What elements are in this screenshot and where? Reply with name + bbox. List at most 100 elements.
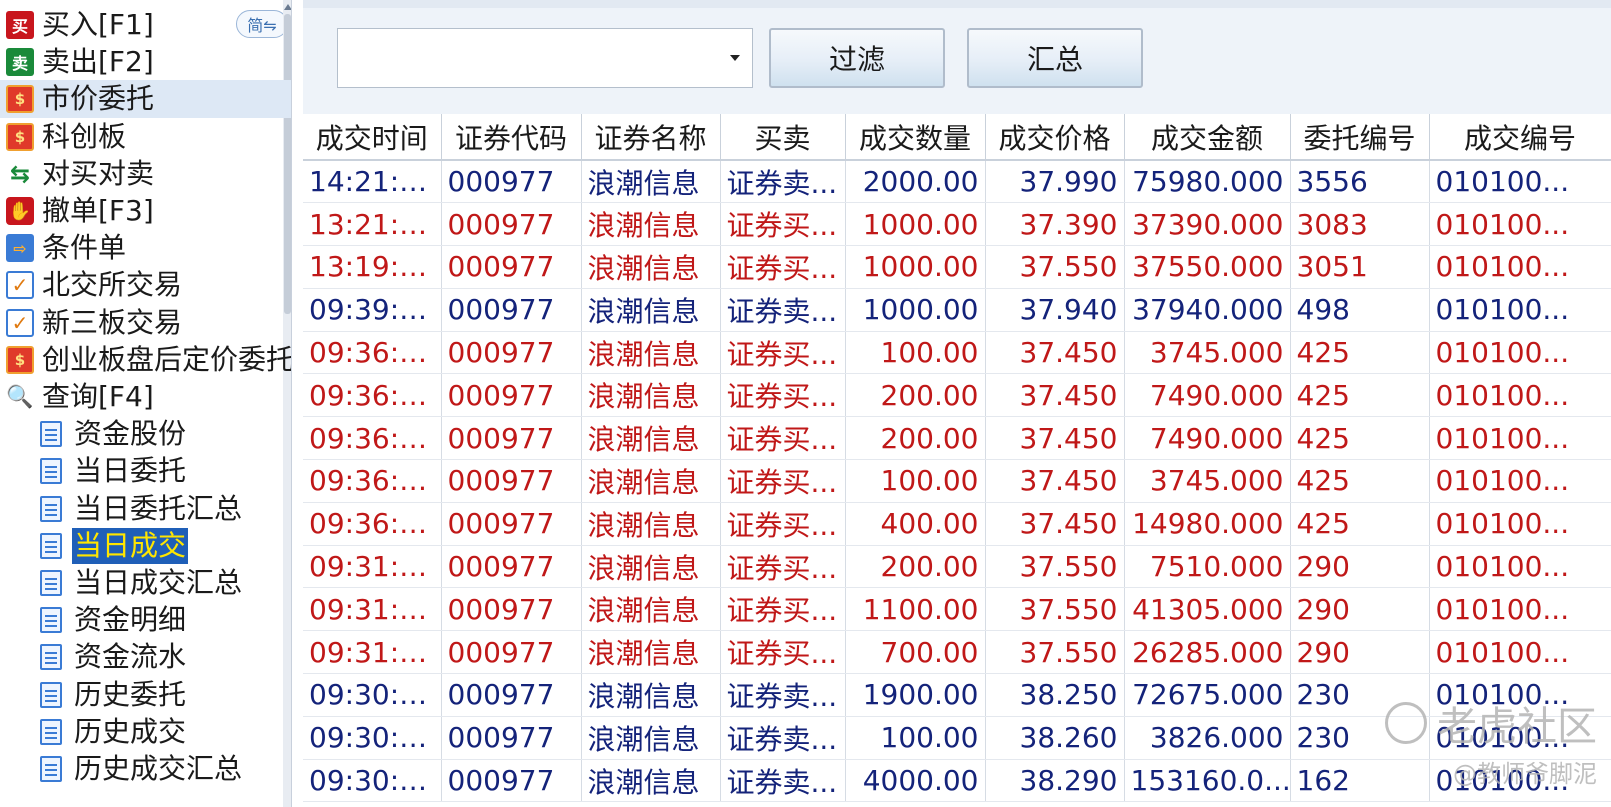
sidebar-item-4[interactable]: ⇆ 对买对卖 xyxy=(0,155,291,193)
filter-button[interactable]: 过滤 xyxy=(769,28,945,88)
sidebar-item-label: 历史成交汇总 xyxy=(74,752,243,785)
table-cell: 000977 xyxy=(441,630,582,675)
money-icon: $ xyxy=(6,122,34,151)
document-icon xyxy=(40,458,62,485)
table-row[interactable]: 09:31:52 000977 浪潮信息 证券买... 700.00 37.550 2628… xyxy=(303,630,1611,675)
table-cell: 010100... xyxy=(1429,202,1611,247)
table-row[interactable]: 14:21:12 000977 浪潮信息 证券卖... 2000.00 37.990 759… xyxy=(303,160,1611,204)
table-cell: 浪潮信息 xyxy=(581,759,721,803)
sidebar-subitem-9[interactable]: 历史成交汇总 xyxy=(0,750,291,788)
column-header[interactable]: 证券代码 xyxy=(441,114,582,161)
table-cell: 证券买... xyxy=(720,331,846,375)
sidebar-item-5[interactable]: ✋ 撤单[F3] xyxy=(0,192,291,230)
sidebar-item-8[interactable]: ✓ 新三板交易 xyxy=(0,304,291,342)
sidebar-item-3[interactable]: $ 科创板 xyxy=(0,118,291,156)
filter-combobox[interactable] xyxy=(337,28,753,88)
column-header[interactable]: 买卖 xyxy=(720,114,846,161)
sidebar-subitem-4[interactable]: 当日成交汇总 xyxy=(0,564,291,602)
column-header[interactable]: 成交数量 xyxy=(845,114,986,161)
sidebar-item-9[interactable]: $ 创业板盘后定价委托 xyxy=(0,341,292,379)
table-row[interactable]: 09:36:43 000977 浪潮信息 证券买... 200.00 37.450 7490… xyxy=(303,416,1611,461)
sidebar-subitem-7[interactable]: 历史委托 xyxy=(0,676,291,714)
column-header[interactable]: 成交时间 xyxy=(303,114,442,161)
sidebar-subitem-6[interactable]: 资金流水 xyxy=(0,638,291,676)
table-cell: 75980.000 xyxy=(1124,160,1291,204)
money-icon: $ xyxy=(6,85,34,114)
table-row[interactable]: 13:19:06 000977 浪潮信息 证券买... 1000.00 37.550 375… xyxy=(303,245,1611,289)
table-row[interactable]: 09:36:42 000977 浪潮信息 证券买... 100.00 37.450 3745… xyxy=(303,459,1611,503)
hand-icon: ✋ xyxy=(6,197,34,225)
query-icon: 🔍 xyxy=(6,384,34,410)
table-cell: 400.00 xyxy=(845,502,986,546)
table-cell: 200.00 xyxy=(845,416,986,461)
table-cell: 证券卖... xyxy=(720,288,846,332)
table-cell: 09:36:42 xyxy=(303,502,442,546)
table-cell: 证券买... xyxy=(720,587,846,632)
sidebar-subitem-3[interactable]: 当日成交 xyxy=(0,527,291,565)
table-cell: 100.00 xyxy=(845,459,986,503)
table-cell: 证券卖... xyxy=(720,716,846,760)
column-header[interactable]: 成交编号 xyxy=(1429,114,1611,161)
sidebar-item-label: 条件单 xyxy=(42,231,127,265)
table-cell: 1100.00 xyxy=(845,587,986,632)
sidebar-item-label: 撤单[F3] xyxy=(42,194,154,227)
column-header[interactable]: 委托编号 xyxy=(1290,114,1430,161)
sidebar-subitem-5[interactable]: 资金明细 xyxy=(0,601,291,639)
table-cell: 37.450 xyxy=(985,459,1125,503)
summary-button[interactable]: 汇总 xyxy=(967,28,1143,88)
table-row[interactable]: 09:30:01 000977 浪潮信息 证券卖... 100.00 38.260 3826… xyxy=(303,716,1611,760)
sidebar-subitem-1[interactable]: 当日委托 xyxy=(0,452,291,490)
table-row[interactable]: 13:21:38 000977 浪潮信息 证券买... 1000.00 37.390 373… xyxy=(303,202,1611,247)
sidebar-item-0[interactable]: 买买入[F1] xyxy=(0,6,291,44)
column-header[interactable]: 证券名称 xyxy=(581,114,721,161)
sidebar-subitem-2[interactable]: 当日委托汇总 xyxy=(0,490,291,528)
table-cell: 7510.000 xyxy=(1124,545,1291,589)
sidebar-item-7[interactable]: ✓ 北交所交易 xyxy=(0,266,291,304)
sidebar-item-2[interactable]: $ 市价委托 xyxy=(0,80,291,119)
table-row[interactable]: 09:30:01 000977 浪潮信息 证券卖... 1900.00 38.250 726… xyxy=(303,673,1611,717)
table-cell: 000977 xyxy=(441,416,582,461)
chevron-down-icon[interactable] xyxy=(730,55,740,61)
sidebar-item-10[interactable]: 🔍 查询[F4] xyxy=(0,378,291,416)
sidebar-item-label: 创业板盘后定价委托 xyxy=(42,342,292,376)
table-cell: 37.450 xyxy=(985,331,1125,375)
table-cell: 000977 xyxy=(441,545,582,589)
money-icon: $ xyxy=(6,345,34,374)
table-cell: 证券买... xyxy=(720,545,846,589)
table-cell: 010100... xyxy=(1429,459,1611,503)
column-header[interactable]: 成交金额 xyxy=(1124,114,1291,161)
sidebar-subitem-0[interactable]: 资金股份 xyxy=(0,415,291,453)
table-cell: 3826.000 xyxy=(1124,716,1291,760)
table-row[interactable]: 09:30:00 000977 浪潮信息 证券卖... 4000.00 38.290 153… xyxy=(303,759,1611,803)
sidebar-item-6[interactable]: ⇨ 条件单 xyxy=(0,229,291,267)
table-row[interactable]: 09:36:44 000977 浪潮信息 证券买... 100.00 37.450 3745… xyxy=(303,331,1611,375)
column-header[interactable]: 成交价格 xyxy=(985,114,1125,161)
table-cell: 浪潮信息 xyxy=(581,245,721,289)
table-cell: 38.260 xyxy=(985,716,1125,760)
table-cell: 浪潮信息 xyxy=(581,416,721,461)
sidebar-item-label: 当日委托 xyxy=(74,454,187,488)
sidebar-item-1[interactable]: 卖卖出[F2] xyxy=(0,43,291,81)
sidebar-item-label: 查询[F4] xyxy=(42,380,154,413)
table-cell: 09:31:52 xyxy=(303,630,442,675)
table-cell: 37.550 xyxy=(985,245,1125,289)
table-row[interactable]: 09:31:52 000977 浪潮信息 证券买... 200.00 37.550 7510… xyxy=(303,545,1611,589)
filter-input[interactable] xyxy=(338,29,718,87)
table-cell: 290 xyxy=(1290,545,1430,589)
table-cell: 000977 xyxy=(441,245,582,289)
table-cell: 010100... xyxy=(1429,160,1611,204)
sidebar-subitem-8[interactable]: 历史成交 xyxy=(0,713,291,751)
table-row[interactable]: 09:36:42 000977 浪潮信息 证券买... 400.00 37.450 1498… xyxy=(303,502,1611,546)
table-cell: 浪潮信息 xyxy=(581,716,721,760)
table-cell: 200.00 xyxy=(845,373,986,418)
table-cell: 3745.000 xyxy=(1124,459,1291,503)
table-cell: 010100... xyxy=(1429,502,1611,546)
table-cell: 证券买... xyxy=(720,245,846,289)
table-cell: 09:31:52 xyxy=(303,545,442,589)
table-row[interactable]: 09:31:52 000977 浪潮信息 证券买... 1100.00 37.550 413… xyxy=(303,587,1611,632)
table-cell: 证券买... xyxy=(720,202,846,247)
table-cell: 13:21:38 xyxy=(303,202,442,247)
table-cell: 证券买... xyxy=(720,373,846,418)
table-row[interactable]: 09:39:09 000977 浪潮信息 证券卖... 1000.00 37.940 379… xyxy=(303,288,1611,332)
table-row[interactable]: 09:36:43 000977 浪潮信息 证券买... 200.00 37.450 7490… xyxy=(303,373,1611,418)
